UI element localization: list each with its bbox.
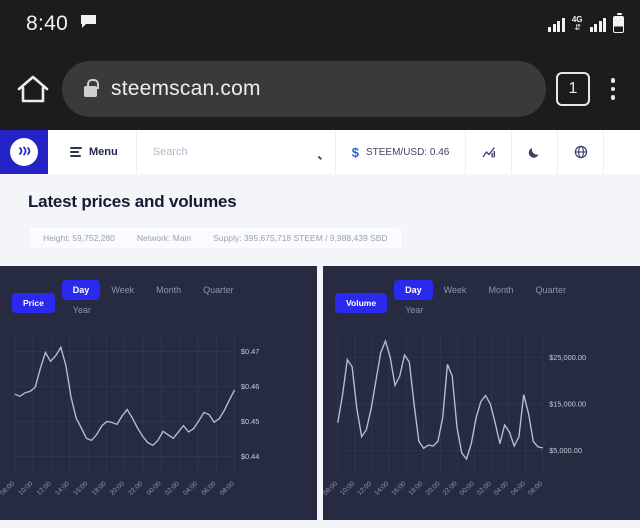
svg-text:16:00: 16:00 bbox=[72, 480, 89, 496]
price-tabs: Price Day Week Month Quarter Year bbox=[12, 280, 305, 320]
webpage-viewport: Menu $ STEEM/USD: 0.46 bbox=[0, 130, 640, 528]
stat-height: Height: 59,752,280 bbox=[43, 233, 115, 243]
volume-chart-panel: Volume Day Week Month Quarter Year $25,0… bbox=[323, 266, 640, 520]
price-ticker[interactable]: $ STEEM/USD: 0.46 bbox=[336, 130, 467, 174]
price-timerange-tabs: Day Week Month Quarter Year bbox=[61, 280, 262, 320]
svg-text:00:00: 00:00 bbox=[146, 480, 163, 496]
home-icon[interactable] bbox=[14, 74, 52, 104]
price-ticker-text: STEEM/USD: 0.46 bbox=[365, 146, 450, 158]
svg-text:22:00: 22:00 bbox=[442, 480, 459, 496]
tab-counter-button[interactable]: 1 bbox=[556, 72, 590, 106]
lock-icon bbox=[84, 78, 99, 97]
tab-year[interactable]: Year bbox=[62, 300, 102, 320]
svg-text:08:00: 08:00 bbox=[527, 480, 544, 496]
hamburger-icon bbox=[70, 147, 82, 157]
android-status-bar: 8:40 4G ⇵ bbox=[0, 0, 640, 48]
svg-text:14:00: 14:00 bbox=[373, 480, 390, 496]
svg-text:14:00: 14:00 bbox=[54, 480, 71, 496]
svg-text:08:00: 08:00 bbox=[219, 480, 236, 496]
svg-text:06:00: 06:00 bbox=[510, 480, 527, 496]
message-bubble-icon bbox=[80, 14, 97, 34]
volume-badge[interactable]: Volume bbox=[335, 293, 388, 313]
svg-text:12:00: 12:00 bbox=[36, 480, 53, 496]
svg-text:$25,000.00: $25,000.00 bbox=[549, 353, 586, 362]
svg-text:16:00: 16:00 bbox=[390, 480, 407, 496]
status-bar-left: 8:40 bbox=[26, 12, 97, 36]
chart-trend-icon[interactable] bbox=[466, 130, 513, 174]
url-bar[interactable]: steemscan.com bbox=[62, 61, 546, 117]
svg-text:$15,000.00: $15,000.00 bbox=[549, 400, 586, 409]
svg-text:22:00: 22:00 bbox=[127, 480, 144, 496]
tab-month[interactable]: Month bbox=[477, 280, 524, 300]
tab-month[interactable]: Month bbox=[145, 280, 192, 300]
search-icon[interactable] bbox=[308, 147, 319, 158]
svg-text:08:00: 08:00 bbox=[0, 480, 16, 496]
stat-network: Network: Main bbox=[136, 233, 192, 243]
search-input[interactable] bbox=[152, 146, 273, 158]
moon-icon[interactable] bbox=[512, 130, 559, 174]
svg-text:04:00: 04:00 bbox=[182, 480, 199, 496]
menu-label: Menu bbox=[89, 146, 118, 158]
globe-icon[interactable] bbox=[558, 130, 605, 174]
price-badge[interactable]: Price bbox=[12, 293, 55, 313]
svg-text:$0.45: $0.45 bbox=[241, 417, 259, 426]
browser-toolbar: steemscan.com 1 bbox=[0, 48, 640, 130]
svg-text:06:00: 06:00 bbox=[201, 480, 218, 496]
svg-text:10:00: 10:00 bbox=[339, 480, 356, 496]
tab-year[interactable]: Year bbox=[394, 300, 434, 320]
hero-section: Latest prices and volumes Height: 59,752… bbox=[0, 174, 640, 250]
dollar-icon: $ bbox=[351, 144, 359, 160]
svg-text:02:00: 02:00 bbox=[164, 480, 181, 496]
battery-icon bbox=[613, 12, 624, 33]
volume-timerange-tabs: Day Week Month Quarter Year bbox=[394, 280, 594, 320]
svg-text:20:00: 20:00 bbox=[425, 480, 442, 496]
stat-supply: Supply: 395,675,718 STEEM / 9,988,439 SB… bbox=[213, 233, 388, 243]
volume-plot: $25,000.00 $15,000.00 $5,000.00 08:00 10:00 1… bbox=[323, 328, 640, 518]
svg-text:10:00: 10:00 bbox=[17, 480, 34, 496]
svg-text:18:00: 18:00 bbox=[91, 480, 108, 496]
menu-button[interactable]: Menu bbox=[48, 130, 136, 174]
tab-day[interactable]: Day bbox=[61, 280, 101, 300]
steem-logo[interactable] bbox=[0, 130, 48, 174]
svg-text:18:00: 18:00 bbox=[407, 480, 424, 496]
page-title: Latest prices and volumes bbox=[28, 192, 237, 211]
volume-tabs: Volume Day Week Month Quarter Year bbox=[335, 280, 628, 320]
three-dot-menu-icon[interactable] bbox=[600, 78, 626, 100]
chart-panels: Price Day Week Month Quarter Year $0.47 $… bbox=[0, 266, 640, 520]
svg-text:04:00: 04:00 bbox=[493, 480, 510, 496]
svg-text:20:00: 20:00 bbox=[109, 480, 126, 496]
status-bar-right: 4G ⇵ bbox=[548, 12, 624, 33]
mobile-data-icon: 4G ⇵ bbox=[571, 15, 583, 32]
site-navbar: Menu $ STEEM/USD: 0.46 bbox=[0, 130, 640, 174]
tab-quarter[interactable]: Quarter bbox=[192, 280, 245, 300]
signal-bars-icon-2 bbox=[589, 17, 606, 32]
svg-text:08:00: 08:00 bbox=[323, 480, 339, 496]
tab-quarter[interactable]: Quarter bbox=[524, 280, 577, 300]
svg-text:$0.44: $0.44 bbox=[241, 452, 259, 461]
tab-week[interactable]: Week bbox=[100, 280, 145, 300]
svg-text:02:00: 02:00 bbox=[476, 480, 493, 496]
price-plot: $0.47 $0.46 $0.45 $0.44 08:00 10:00 12:00 14:00… bbox=[0, 328, 317, 518]
status-clock: 8:40 bbox=[26, 12, 69, 35]
url-text: steemscan.com bbox=[111, 77, 261, 100]
blockchain-stats-bar: Height: 59,752,280 Network: Main Supply:… bbox=[28, 226, 403, 250]
tab-week[interactable]: Week bbox=[433, 280, 478, 300]
svg-text:$0.46: $0.46 bbox=[241, 382, 259, 391]
svg-text:$5,000.00: $5,000.00 bbox=[549, 446, 582, 455]
search-container[interactable] bbox=[135, 130, 336, 174]
svg-text:00:00: 00:00 bbox=[459, 480, 476, 496]
tab-day[interactable]: Day bbox=[394, 280, 433, 300]
signal-bars-icon bbox=[548, 17, 565, 32]
svg-text:12:00: 12:00 bbox=[356, 480, 373, 496]
svg-text:$0.47: $0.47 bbox=[241, 347, 259, 356]
price-chart-panel: Price Day Week Month Quarter Year $0.47 $… bbox=[0, 266, 317, 520]
